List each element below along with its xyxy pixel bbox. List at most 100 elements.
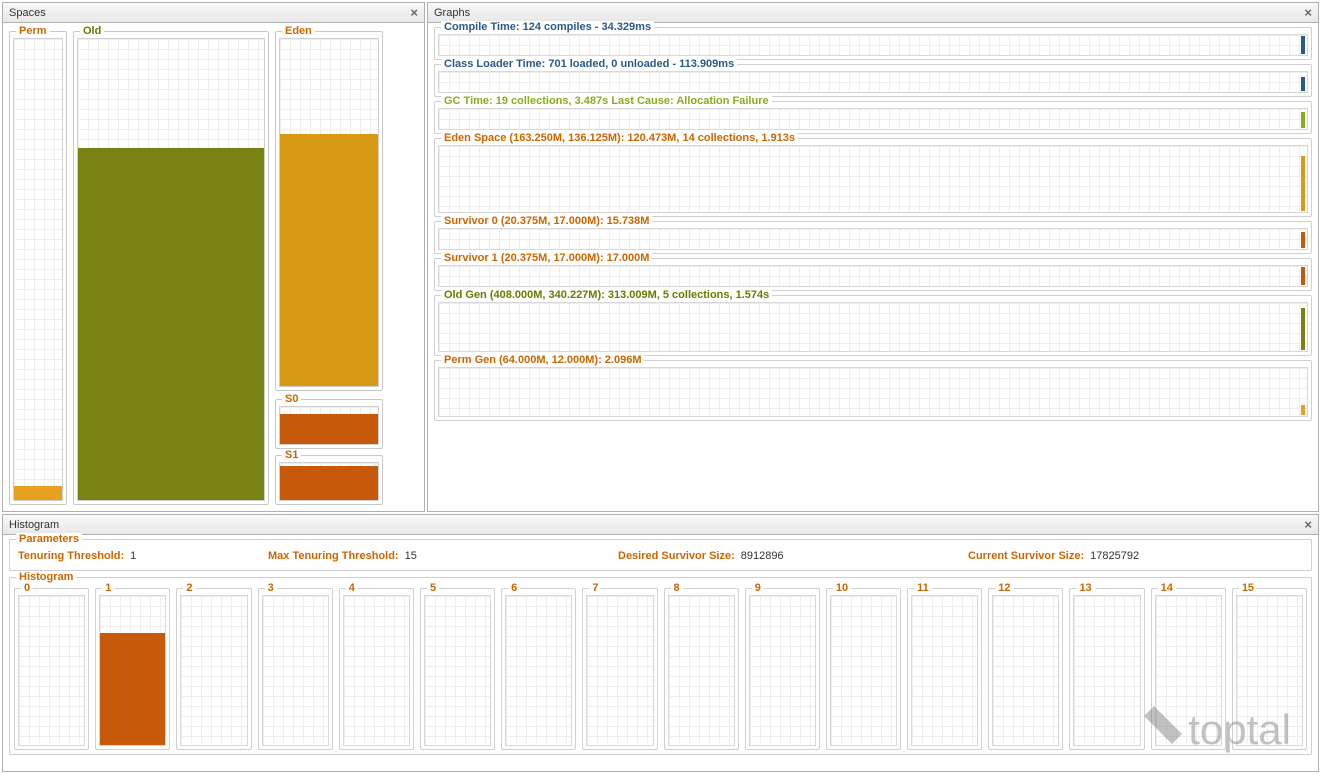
graph-label: Old Gen (408.000M, 340.227M): 313.009M, … bbox=[441, 289, 772, 301]
graph-label: Survivor 0 (20.375M, 17.000M): 15.738M bbox=[441, 215, 652, 227]
param-label: Max Tenuring Threshold: bbox=[268, 550, 399, 562]
histogram-bin-label: 2 bbox=[183, 582, 195, 594]
histogram-bin: 10 bbox=[826, 588, 901, 750]
histogram-bin-label: 12 bbox=[995, 582, 1013, 594]
histogram-bin-label: 6 bbox=[508, 582, 520, 594]
histogram-bin: 14 bbox=[1151, 588, 1226, 750]
histogram-bin-grid bbox=[1236, 595, 1303, 746]
histogram-bin: 7 bbox=[582, 588, 657, 750]
param-max-tenuring-threshold: Max Tenuring Threshold: 15 bbox=[268, 550, 618, 562]
graph-area bbox=[438, 302, 1308, 352]
space-s0: S0 bbox=[275, 399, 383, 449]
space-old-label: Old bbox=[80, 25, 104, 37]
graph-area bbox=[438, 71, 1308, 93]
parameters-box: Parameters Tenuring Threshold: 1 Max Ten… bbox=[9, 539, 1312, 571]
histogram-body: Parameters Tenuring Threshold: 1 Max Ten… bbox=[3, 535, 1318, 759]
graph-surv1: Survivor 1 (20.375M, 17.000M): 17.000M bbox=[434, 258, 1312, 291]
histogram-bin: 5 bbox=[420, 588, 495, 750]
graph-spike bbox=[1301, 308, 1305, 350]
graph-spike bbox=[1301, 232, 1305, 248]
graphs-panel: Graphs × Compile Time: 124 compiles - 34… bbox=[427, 2, 1319, 512]
histogram-bin-label: 15 bbox=[1239, 582, 1257, 594]
graph-area bbox=[438, 367, 1308, 417]
histogram-bin: 15 bbox=[1232, 588, 1307, 750]
histogram-bin-grid bbox=[749, 595, 816, 746]
spaces-panel: Spaces × Perm Old Eden S0 S1 bbox=[2, 2, 425, 512]
histogram-bin-label: 0 bbox=[21, 582, 33, 594]
histogram-bin-label: 8 bbox=[671, 582, 683, 594]
graph-area bbox=[438, 145, 1308, 213]
graph-spike bbox=[1301, 156, 1305, 211]
spaces-body: Perm Old Eden S0 S1 bbox=[3, 23, 424, 511]
graph-classload: Class Loader Time: 701 loaded, 0 unloade… bbox=[434, 64, 1312, 97]
histogram-bin-label: 3 bbox=[265, 582, 277, 594]
histogram-bin-grid bbox=[180, 595, 247, 746]
param-value: 15 bbox=[405, 550, 417, 562]
graph-label: Survivor 1 (20.375M, 17.000M): 17.000M bbox=[441, 252, 652, 264]
param-current-survivor-size: Current Survivor Size: 17825792 bbox=[968, 550, 1303, 562]
graph-spike bbox=[1301, 267, 1305, 285]
histogram-row: 0123456789101112131415 bbox=[14, 588, 1307, 750]
graph-spike bbox=[1301, 405, 1305, 415]
graph-eden: Eden Space (163.250M, 136.125M): 120.473… bbox=[434, 138, 1312, 217]
graph-compile: Compile Time: 124 compiles - 34.329ms bbox=[434, 27, 1312, 60]
histogram-bin-fill bbox=[100, 633, 165, 746]
graph-area bbox=[438, 108, 1308, 130]
histogram-panel-title: Histogram bbox=[9, 519, 59, 531]
close-icon[interactable]: × bbox=[1304, 6, 1312, 19]
graph-label: Class Loader Time: 701 loaded, 0 unloade… bbox=[441, 58, 737, 70]
histogram-bin-label: 4 bbox=[346, 582, 358, 594]
space-eden-label: Eden bbox=[282, 25, 315, 37]
histogram-box: Histogram 0123456789101112131415 bbox=[9, 577, 1312, 755]
histogram-bin: 12 bbox=[988, 588, 1063, 750]
histogram-bin: 0 bbox=[14, 588, 89, 750]
histogram-bin: 2 bbox=[176, 588, 251, 750]
histogram-bin: 8 bbox=[664, 588, 739, 750]
histogram-bin-grid bbox=[343, 595, 410, 746]
graph-label: Compile Time: 124 compiles - 34.329ms bbox=[441, 21, 654, 33]
space-s1-label: S1 bbox=[282, 449, 301, 461]
graph-spike bbox=[1301, 112, 1305, 128]
param-label: Current Survivor Size: bbox=[968, 550, 1084, 562]
histogram-bin-grid bbox=[424, 595, 491, 746]
histogram-bin-grid bbox=[992, 595, 1059, 746]
histogram-bin-grid bbox=[1073, 595, 1140, 746]
histogram-bin-label: 14 bbox=[1158, 582, 1176, 594]
histogram-bin-label: 9 bbox=[752, 582, 764, 594]
histogram-bin-label: 7 bbox=[589, 582, 601, 594]
graph-oldgen: Old Gen (408.000M, 340.227M): 313.009M, … bbox=[434, 295, 1312, 356]
param-label: Desired Survivor Size: bbox=[618, 550, 735, 562]
graph-label: GC Time: 19 collections, 3.487s Last Cau… bbox=[441, 95, 772, 107]
histogram-bin-grid bbox=[668, 595, 735, 746]
space-s0-fill bbox=[280, 414, 378, 444]
histogram-bin: 9 bbox=[745, 588, 820, 750]
space-old-fill bbox=[78, 148, 264, 500]
space-perm: Perm bbox=[9, 31, 67, 505]
param-desired-survivor-size: Desired Survivor Size: 8912896 bbox=[618, 550, 968, 562]
histogram-bin: 13 bbox=[1069, 588, 1144, 750]
histogram-bin-grid bbox=[586, 595, 653, 746]
graph-label: Eden Space (163.250M, 136.125M): 120.473… bbox=[441, 132, 798, 144]
histogram-bin-label: 13 bbox=[1076, 582, 1094, 594]
histogram-bin-grid bbox=[262, 595, 329, 746]
graph-area bbox=[438, 34, 1308, 56]
graph-surv0: Survivor 0 (20.375M, 17.000M): 15.738M bbox=[434, 221, 1312, 254]
graph-gc: GC Time: 19 collections, 3.487s Last Cau… bbox=[434, 101, 1312, 134]
graph-permgen: Perm Gen (64.000M, 12.000M): 2.096M bbox=[434, 360, 1312, 421]
close-icon[interactable]: × bbox=[1304, 518, 1312, 531]
graphs-panel-header: Graphs × bbox=[428, 3, 1318, 23]
space-s1-fill bbox=[280, 466, 378, 500]
space-perm-grid bbox=[13, 38, 63, 501]
param-label: Tenuring Threshold: bbox=[18, 550, 124, 562]
histogram-bin-grid bbox=[830, 595, 897, 746]
graph-label: Perm Gen (64.000M, 12.000M): 2.096M bbox=[441, 354, 644, 366]
spaces-panel-title: Spaces bbox=[9, 7, 46, 19]
space-eden: Eden bbox=[275, 31, 383, 391]
parameters-label: Parameters bbox=[16, 533, 82, 545]
graph-spike bbox=[1301, 77, 1305, 91]
graph-area bbox=[438, 228, 1308, 250]
param-tenuring-threshold: Tenuring Threshold: 1 bbox=[18, 550, 268, 562]
space-s1: S1 bbox=[275, 455, 383, 505]
spaces-panel-header: Spaces × bbox=[3, 3, 424, 23]
close-icon[interactable]: × bbox=[410, 6, 418, 19]
